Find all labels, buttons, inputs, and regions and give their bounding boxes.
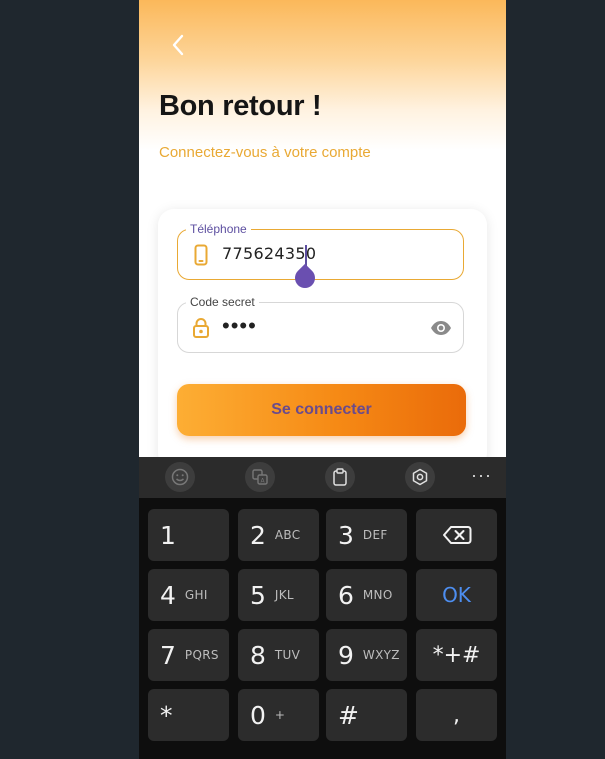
translate-icon[interactable]: A bbox=[245, 462, 275, 492]
key-6[interactable]: 6 MNO bbox=[326, 569, 407, 621]
symbols-label: *+# bbox=[432, 642, 481, 668]
secret-code-label: Code secret bbox=[186, 294, 259, 310]
lock-icon bbox=[191, 317, 211, 339]
key-letters: PQRS bbox=[184, 648, 219, 662]
comma-key[interactable]: , bbox=[416, 689, 497, 741]
key-9[interactable]: 9 WXYZ bbox=[326, 629, 407, 681]
key-letters: WXYZ bbox=[362, 648, 400, 662]
hash-key[interactable]: # bbox=[326, 689, 407, 741]
key-digit: 1 bbox=[160, 520, 176, 550]
ok-label: OK bbox=[442, 583, 471, 607]
more-icon[interactable]: ··· bbox=[471, 465, 492, 486]
key-digit: 8 bbox=[250, 640, 266, 670]
hash-label: # bbox=[338, 700, 359, 730]
key-letters: MNO bbox=[362, 588, 393, 602]
numeric-keyboard: 1 2 ABC 3 DEF 4 GHI 5 JKL 6 MNO OK 7 PQR… bbox=[139, 498, 506, 759]
phone-field[interactable]: Téléphone 775624350 bbox=[177, 221, 464, 293]
key-digit: 0 bbox=[250, 700, 266, 730]
key-letters: ABC bbox=[274, 528, 301, 542]
key-7[interactable]: 7 PQRS bbox=[148, 629, 229, 681]
clipboard-icon[interactable] bbox=[325, 462, 355, 492]
key-digit: 4 bbox=[160, 580, 176, 610]
key-letters: JKL bbox=[274, 588, 294, 602]
page-subtitle: Connectez-vous à votre compte bbox=[159, 144, 371, 161]
page-title: Bon retour ! bbox=[159, 90, 322, 122]
key-5[interactable]: 5 JKL bbox=[238, 569, 319, 621]
key-letters: TUV bbox=[274, 648, 301, 662]
phone-input-value: 775624350 bbox=[222, 244, 317, 263]
symbols-key[interactable]: *+# bbox=[416, 629, 497, 681]
key-4[interactable]: 4 GHI bbox=[148, 569, 229, 621]
login-button[interactable]: Se connecter bbox=[177, 384, 466, 436]
key-8[interactable]: 8 TUV bbox=[238, 629, 319, 681]
secret-code-value: •••• bbox=[222, 313, 257, 338]
key-0[interactable]: 0 + bbox=[238, 689, 319, 741]
login-card: Téléphone 775624350 Code secret •••• Se … bbox=[158, 209, 487, 469]
secret-code-field[interactable]: Code secret •••• bbox=[177, 294, 464, 353]
app-screen: Bon retour ! Connectez-vous à votre comp… bbox=[139, 0, 506, 759]
settings-icon[interactable] bbox=[405, 462, 435, 492]
back-button[interactable] bbox=[163, 30, 193, 60]
eye-icon[interactable] bbox=[429, 317, 453, 339]
ok-key[interactable]: OK bbox=[416, 569, 497, 621]
key-digit: 5 bbox=[250, 580, 266, 610]
key-digit: 9 bbox=[338, 640, 354, 670]
key-3[interactable]: 3 DEF bbox=[326, 509, 407, 561]
comma-label: , bbox=[453, 702, 460, 728]
backspace-key[interactable] bbox=[416, 509, 497, 561]
key-letters: DEF bbox=[362, 528, 388, 542]
star-key[interactable]: * bbox=[148, 689, 229, 741]
key-letters: GHI bbox=[184, 588, 208, 602]
smartphone-icon bbox=[191, 244, 211, 266]
key-2[interactable]: 2 ABC bbox=[238, 509, 319, 561]
emoji-icon[interactable] bbox=[165, 462, 195, 492]
chevron-left-icon bbox=[172, 34, 184, 56]
key-digit: 3 bbox=[338, 520, 354, 550]
key-digit: 7 bbox=[160, 640, 176, 670]
key-digit: 6 bbox=[338, 580, 354, 610]
key-digit: 2 bbox=[250, 520, 266, 550]
keyboard-toolbar: A ··· bbox=[139, 457, 506, 498]
key-1[interactable]: 1 bbox=[148, 509, 229, 561]
cursor-handle[interactable] bbox=[290, 263, 320, 293]
phone-field-label: Téléphone bbox=[186, 221, 251, 237]
star-label: * bbox=[160, 700, 173, 730]
backspace-icon bbox=[442, 526, 471, 544]
key-letters: + bbox=[274, 708, 286, 722]
